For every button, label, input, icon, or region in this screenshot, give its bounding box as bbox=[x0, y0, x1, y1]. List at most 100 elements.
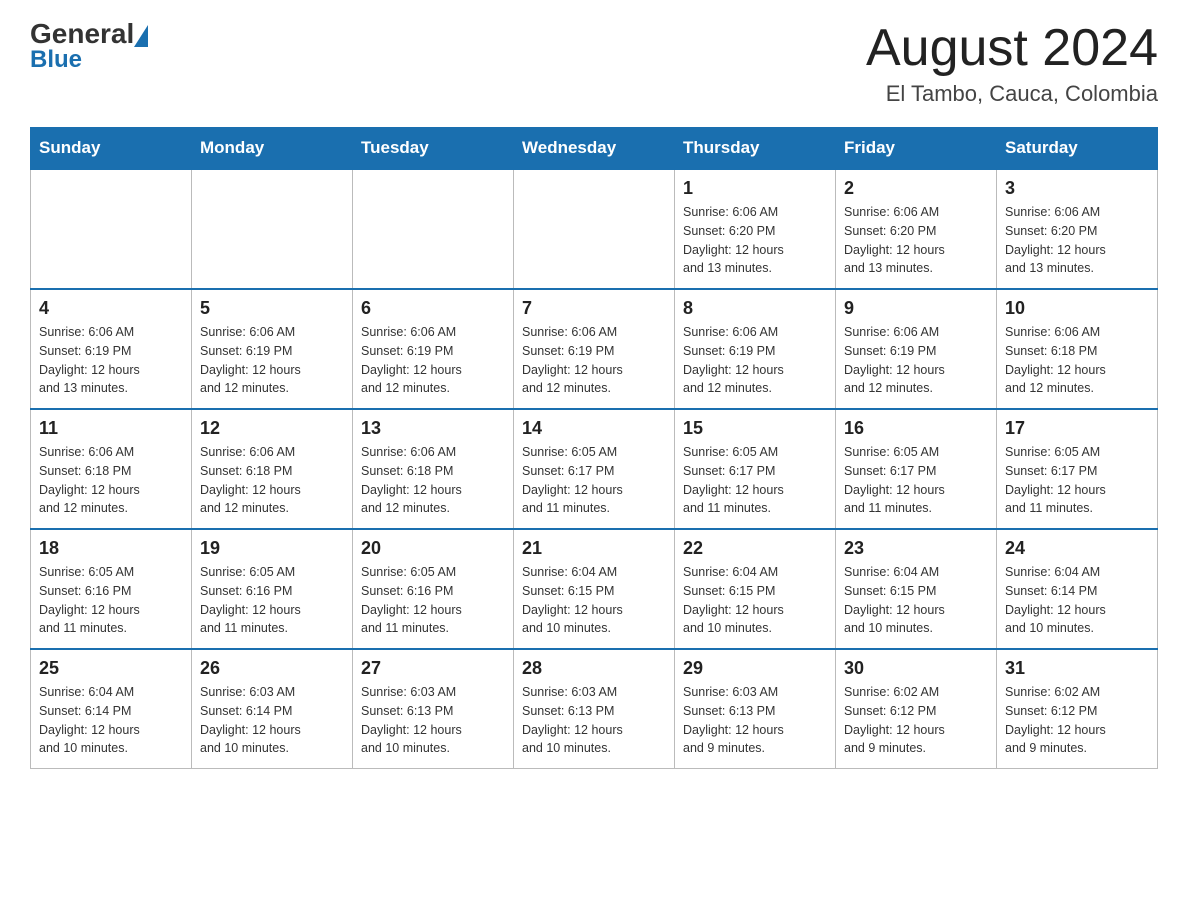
calendar-cell: 4Sunrise: 6:06 AMSunset: 6:19 PMDaylight… bbox=[31, 289, 192, 409]
col-header-friday: Friday bbox=[836, 128, 997, 170]
day-number: 12 bbox=[200, 418, 344, 439]
day-number: 10 bbox=[1005, 298, 1149, 319]
calendar-cell: 22 Sunrise: 6:04 AMSunset: 6:15 PMDayligh… bbox=[675, 529, 836, 649]
calendar-cell: 28 Sunrise: 6:03 AMSunset: 6:13 PMDayligh… bbox=[514, 649, 675, 769]
calendar-cell bbox=[514, 169, 675, 289]
calendar-cell: 12 Sunrise: 6:06 AMSunset: 6:18 PMDayligh… bbox=[192, 409, 353, 529]
day-number: 9 bbox=[844, 298, 988, 319]
day-info: Sunrise: 6:03 AMSunset: 6:14 PMDaylight:… bbox=[200, 683, 344, 758]
day-number: 23 bbox=[844, 538, 988, 559]
day-info: Sunrise: 6:04 AMSunset: 6:15 PMDaylight:… bbox=[522, 563, 666, 638]
calendar-cell bbox=[353, 169, 514, 289]
calendar-table: SundayMondayTuesdayWednesdayThursdayFrid… bbox=[30, 127, 1158, 769]
day-info: Sunrise: 6:03 AMSunset: 6:13 PMDaylight:… bbox=[683, 683, 827, 758]
day-number: 6 bbox=[361, 298, 505, 319]
page-header: General Blue August 2024 El Tambo, Cauca… bbox=[30, 20, 1158, 107]
day-number: 29 bbox=[683, 658, 827, 679]
day-number: 13 bbox=[361, 418, 505, 439]
calendar-cell: 16 Sunrise: 6:05 AMSunset: 6:17 PMDayligh… bbox=[836, 409, 997, 529]
day-info: Sunrise: 6:05 AMSunset: 6:17 PMDaylight:… bbox=[683, 443, 827, 518]
calendar-cell: 15 Sunrise: 6:05 AMSunset: 6:17 PMDayligh… bbox=[675, 409, 836, 529]
calendar-cell: 8Sunrise: 6:06 AMSunset: 6:19 PMDaylight… bbox=[675, 289, 836, 409]
calendar-cell bbox=[192, 169, 353, 289]
day-info: Sunrise: 6:06 AMSunset: 6:19 PMDaylight:… bbox=[39, 323, 183, 398]
col-header-tuesday: Tuesday bbox=[353, 128, 514, 170]
day-info: Sunrise: 6:06 AMSunset: 6:19 PMDaylight:… bbox=[844, 323, 988, 398]
calendar-cell: 25 Sunrise: 6:04 AMSunset: 6:14 PMDayligh… bbox=[31, 649, 192, 769]
calendar-cell: 27Sunrise: 6:03 AMSunset: 6:13 PMDayligh… bbox=[353, 649, 514, 769]
day-info: Sunrise: 6:05 AMSunset: 6:17 PMDaylight:… bbox=[844, 443, 988, 518]
day-number: 8 bbox=[683, 298, 827, 319]
logo-triangle-icon bbox=[134, 25, 148, 47]
day-number: 24 bbox=[1005, 538, 1149, 559]
day-number: 26 bbox=[200, 658, 344, 679]
day-number: 30 bbox=[844, 658, 988, 679]
day-number: 11 bbox=[39, 418, 183, 439]
calendar-cell: 19 Sunrise: 6:05 AMSunset: 6:16 PMDayligh… bbox=[192, 529, 353, 649]
col-header-wednesday: Wednesday bbox=[514, 128, 675, 170]
calendar-cell: 2Sunrise: 6:06 AMSunset: 6:20 PMDaylight… bbox=[836, 169, 997, 289]
calendar-cell: 11 Sunrise: 6:06 AMSunset: 6:18 PMDayligh… bbox=[31, 409, 192, 529]
day-number: 7 bbox=[522, 298, 666, 319]
day-info: Sunrise: 6:02 AMSunset: 6:12 PMDaylight:… bbox=[1005, 683, 1149, 758]
calendar-cell: 21 Sunrise: 6:04 AMSunset: 6:15 PMDayligh… bbox=[514, 529, 675, 649]
day-number: 22 bbox=[683, 538, 827, 559]
day-number: 1 bbox=[683, 178, 827, 199]
day-number: 28 bbox=[522, 658, 666, 679]
calendar-cell: 29 Sunrise: 6:03 AMSunset: 6:13 PMDayligh… bbox=[675, 649, 836, 769]
calendar-cell: 23Sunrise: 6:04 AMSunset: 6:15 PMDayligh… bbox=[836, 529, 997, 649]
day-info: Sunrise: 6:06 AMSunset: 6:20 PMDaylight:… bbox=[844, 203, 988, 278]
day-number: 16 bbox=[844, 418, 988, 439]
day-number: 5 bbox=[200, 298, 344, 319]
title-block: August 2024 El Tambo, Cauca, Colombia bbox=[866, 20, 1158, 107]
calendar-cell: 26 Sunrise: 6:03 AMSunset: 6:14 PMDayligh… bbox=[192, 649, 353, 769]
calendar-cell: 14 Sunrise: 6:05 AMSunset: 6:17 PMDayligh… bbox=[514, 409, 675, 529]
day-info: Sunrise: 6:04 AMSunset: 6:15 PMDaylight:… bbox=[683, 563, 827, 638]
logo-general: General bbox=[30, 20, 134, 48]
day-number: 15 bbox=[683, 418, 827, 439]
calendar-cell: 13Sunrise: 6:06 AMSunset: 6:18 PMDayligh… bbox=[353, 409, 514, 529]
calendar-week-4: 18 Sunrise: 6:05 AMSunset: 6:16 PMDayligh… bbox=[31, 529, 1158, 649]
calendar-cell: 5Sunrise: 6:06 AMSunset: 6:19 PMDaylight… bbox=[192, 289, 353, 409]
day-info: Sunrise: 6:06 AMSunset: 6:18 PMDaylight:… bbox=[1005, 323, 1149, 398]
day-info: Sunrise: 6:06 AMSunset: 6:18 PMDaylight:… bbox=[200, 443, 344, 518]
day-number: 3 bbox=[1005, 178, 1149, 199]
day-info: Sunrise: 6:06 AMSunset: 6:19 PMDaylight:… bbox=[361, 323, 505, 398]
calendar-header-row: SundayMondayTuesdayWednesdayThursdayFrid… bbox=[31, 128, 1158, 170]
calendar-cell: 17Sunrise: 6:05 AMSunset: 6:17 PMDayligh… bbox=[997, 409, 1158, 529]
day-info: Sunrise: 6:04 AMSunset: 6:14 PMDaylight:… bbox=[39, 683, 183, 758]
day-info: Sunrise: 6:06 AMSunset: 6:19 PMDaylight:… bbox=[522, 323, 666, 398]
day-number: 21 bbox=[522, 538, 666, 559]
day-info: Sunrise: 6:05 AMSunset: 6:16 PMDaylight:… bbox=[39, 563, 183, 638]
day-info: Sunrise: 6:03 AMSunset: 6:13 PMDaylight:… bbox=[361, 683, 505, 758]
calendar-week-2: 4Sunrise: 6:06 AMSunset: 6:19 PMDaylight… bbox=[31, 289, 1158, 409]
location-title: El Tambo, Cauca, Colombia bbox=[866, 81, 1158, 107]
col-header-monday: Monday bbox=[192, 128, 353, 170]
day-info: Sunrise: 6:06 AMSunset: 6:18 PMDaylight:… bbox=[39, 443, 183, 518]
day-info: Sunrise: 6:06 AMSunset: 6:20 PMDaylight:… bbox=[683, 203, 827, 278]
day-number: 14 bbox=[522, 418, 666, 439]
calendar-cell: 6 Sunrise: 6:06 AMSunset: 6:19 PMDaylight… bbox=[353, 289, 514, 409]
calendar-week-1: 1 Sunrise: 6:06 AMSunset: 6:20 PMDaylight… bbox=[31, 169, 1158, 289]
day-number: 20 bbox=[361, 538, 505, 559]
col-header-saturday: Saturday bbox=[997, 128, 1158, 170]
day-number: 31 bbox=[1005, 658, 1149, 679]
day-info: Sunrise: 6:03 AMSunset: 6:13 PMDaylight:… bbox=[522, 683, 666, 758]
col-header-thursday: Thursday bbox=[675, 128, 836, 170]
calendar-cell: 10 Sunrise: 6:06 AMSunset: 6:18 PMDayligh… bbox=[997, 289, 1158, 409]
day-info: Sunrise: 6:05 AMSunset: 6:17 PMDaylight:… bbox=[522, 443, 666, 518]
day-number: 18 bbox=[39, 538, 183, 559]
calendar-week-5: 25 Sunrise: 6:04 AMSunset: 6:14 PMDayligh… bbox=[31, 649, 1158, 769]
day-number: 25 bbox=[39, 658, 183, 679]
day-info: Sunrise: 6:04 AMSunset: 6:14 PMDaylight:… bbox=[1005, 563, 1149, 638]
calendar-week-3: 11 Sunrise: 6:06 AMSunset: 6:18 PMDayligh… bbox=[31, 409, 1158, 529]
day-number: 19 bbox=[200, 538, 344, 559]
calendar-cell: 9 Sunrise: 6:06 AMSunset: 6:19 PMDaylight… bbox=[836, 289, 997, 409]
day-number: 17 bbox=[1005, 418, 1149, 439]
month-title: August 2024 bbox=[866, 20, 1158, 77]
day-info: Sunrise: 6:05 AMSunset: 6:16 PMDaylight:… bbox=[200, 563, 344, 638]
calendar-cell: 3Sunrise: 6:06 AMSunset: 6:20 PMDaylight… bbox=[997, 169, 1158, 289]
calendar-cell: 30 Sunrise: 6:02 AMSunset: 6:12 PMDayligh… bbox=[836, 649, 997, 769]
day-info: Sunrise: 6:02 AMSunset: 6:12 PMDaylight:… bbox=[844, 683, 988, 758]
calendar-cell: 18 Sunrise: 6:05 AMSunset: 6:16 PMDayligh… bbox=[31, 529, 192, 649]
